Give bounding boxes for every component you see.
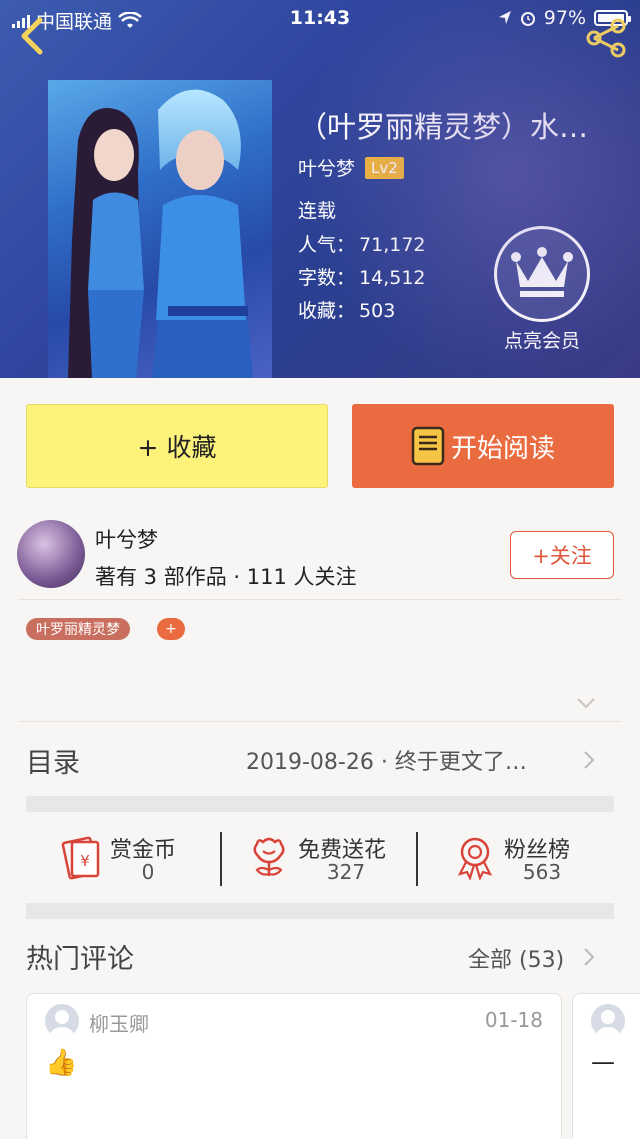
comment-card[interactable]: 柳玉卿 01-18 👍	[26, 993, 562, 1139]
divider	[220, 832, 222, 886]
chevron-right-icon[interactable]	[582, 750, 596, 770]
section-band	[26, 796, 614, 812]
vip-membership-button[interactable]: 点亮会员	[492, 226, 592, 353]
book-status: 连载	[298, 200, 337, 222]
comment-card[interactable]: —	[572, 993, 640, 1139]
book-popularity: 人气： 71,172	[298, 230, 426, 257]
favorites-label: 收藏：	[298, 300, 356, 322]
svg-text:¥: ¥	[80, 852, 90, 870]
comment-content: 👍	[45, 1048, 78, 1078]
start-reading-button[interactable]: 开始阅读	[352, 404, 614, 488]
words-label: 字数：	[298, 267, 356, 289]
follow-button[interactable]: +关注	[510, 531, 614, 579]
red-envelope-icon: ¥	[61, 836, 100, 880]
add-tag-button[interactable]: +	[157, 618, 185, 640]
divider	[416, 832, 418, 886]
status-bar: 中国联通 11:43 97%	[0, 0, 640, 36]
divider	[18, 599, 622, 600]
all-comments-link[interactable]: 全部 (53)	[468, 942, 564, 974]
flower-icon	[253, 837, 285, 876]
alarm-icon	[520, 12, 535, 26]
favorites-value: 503	[359, 300, 396, 322]
comment-user[interactable]: 柳玉卿	[89, 1008, 149, 1037]
user-avatar-icon[interactable]	[591, 1004, 625, 1038]
author-avatar[interactable]	[17, 520, 85, 588]
toc-latest-chapter[interactable]: 2019-08-26 · 终于更文了…	[246, 744, 527, 776]
fan-ranking[interactable]: 粉丝榜 563	[452, 832, 602, 886]
favorite-button[interactable]: + 收藏	[26, 404, 328, 488]
book-words: 字数： 14,512	[298, 263, 426, 290]
cover-illustration	[68, 89, 253, 378]
comment-date: 01-18	[484, 1008, 543, 1032]
free-flowers[interactable]: 免费送花 327	[246, 832, 406, 886]
book-author[interactable]: 叶兮梦	[298, 154, 355, 181]
location-icon	[498, 11, 511, 24]
battery-icon	[594, 10, 631, 26]
status-time: 11:43	[289, 7, 351, 29]
book-header: 中国联通 11:43 97% （叶罗丽精灵梦）水… 叶兮梦 Lv2 连载 人气：…	[0, 0, 640, 378]
author-name[interactable]: 叶兮梦	[95, 524, 158, 554]
words-value: 14,512	[359, 267, 426, 289]
toc-label[interactable]: 目录	[26, 741, 80, 780]
popularity-value: 71,172	[359, 234, 426, 256]
chevron-right-icon[interactable]	[582, 947, 596, 967]
share-icon[interactable]	[584, 18, 628, 58]
reward-coins-value: 0	[141, 860, 155, 884]
hot-comments-label: 热门评论	[26, 944, 134, 975]
book-title: （叶罗丽精灵梦）水…	[298, 110, 589, 144]
fan-ranking-value: 563	[522, 860, 562, 884]
free-flowers-value: 327	[326, 860, 366, 884]
level-badge: Lv2	[365, 156, 404, 179]
popularity-label: 人气：	[298, 234, 356, 256]
divider	[18, 721, 622, 722]
section-band	[26, 903, 614, 919]
chevron-down-icon[interactable]	[576, 696, 596, 710]
comment-content: —	[591, 1048, 615, 1076]
book-icon	[411, 426, 445, 466]
battery-percent: 97%	[543, 7, 586, 29]
author-stats: 著有 3 部作品 · 111 人关注	[95, 565, 357, 589]
tag-chip[interactable]: 叶罗丽精灵梦	[26, 618, 130, 640]
start-reading-label: 开始阅读	[450, 433, 555, 464]
book-favorites: 收藏： 503	[298, 296, 395, 323]
user-avatar-icon[interactable]	[45, 1004, 79, 1038]
medal-icon	[457, 837, 493, 880]
crown-icon	[511, 247, 573, 297]
vip-label: 点亮会员	[503, 330, 580, 352]
back-arrow-icon[interactable]	[14, 16, 50, 56]
reward-coins[interactable]: ¥ 赏金币 0	[58, 832, 208, 886]
book-cover-image[interactable]	[48, 80, 272, 378]
